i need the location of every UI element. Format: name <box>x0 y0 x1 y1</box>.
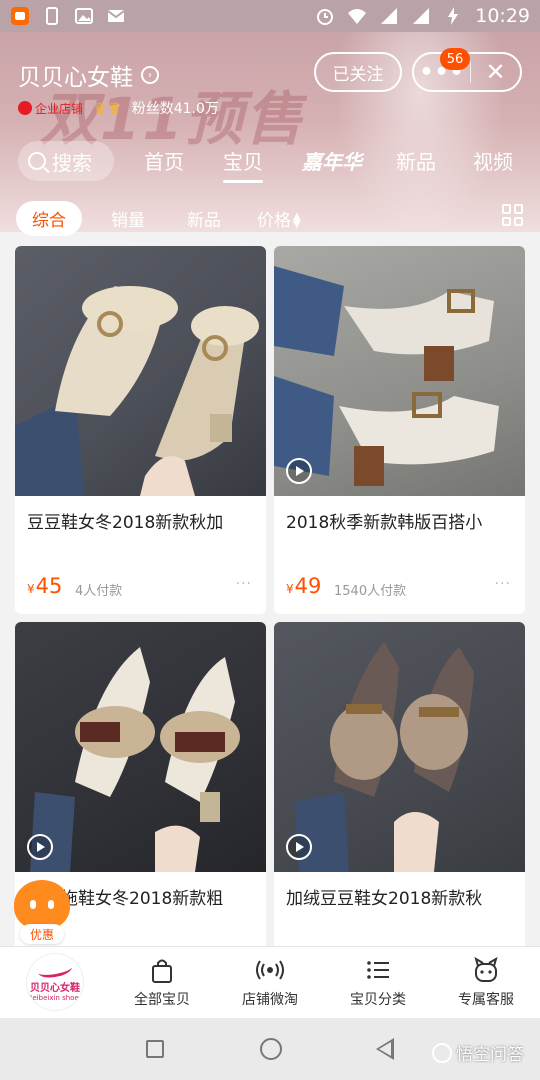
product-image <box>15 246 266 496</box>
product-grid: 豆豆鞋女冬2018新款秋加 ¥45 4人付款 ··· 2018秋季新款韩版百搭小… <box>15 246 525 946</box>
logo-subtext: Beibeixin shoes <box>27 993 83 1002</box>
notification-badge: 56 <box>440 48 470 70</box>
sold-count: 1540人付款 <box>334 584 407 599</box>
tab-video[interactable]: 视频 <box>473 146 513 175</box>
shop-meta: 企业店铺 ♛♛ 粉丝数41.0万 <box>18 98 219 118</box>
tab-home[interactable]: 首页 <box>144 146 184 175</box>
sort-price-label: 价格 <box>257 211 291 231</box>
chevron-right-icon: › <box>141 66 159 84</box>
shopping-bag-icon <box>147 955 177 985</box>
logo-text: 贝贝心女鞋 <box>30 982 80 994</box>
sort-new[interactable]: 新品 <box>187 206 221 231</box>
shop-nav: 搜索 首页 宝贝 嘉年华 新品 视频 <box>18 140 528 183</box>
sold-count: 4人付款 <box>75 584 123 599</box>
watermark-text: 悟空问答 <box>456 1045 524 1065</box>
broadcast-icon <box>255 955 285 985</box>
product-price: ¥45 <box>27 574 62 598</box>
back-icon[interactable] <box>376 1038 394 1060</box>
shop-logo[interactable]: 贝贝心女鞋 Beibeixin shoes <box>26 953 84 1011</box>
sort-sales[interactable]: 销量 <box>111 206 145 231</box>
product-title: 豆豆鞋女冬2018新款秋加 <box>27 513 224 533</box>
tab-shop-feed-label: 店铺微淘 <box>242 992 298 1008</box>
enterprise-icon <box>18 101 32 115</box>
tab-products[interactable]: 宝贝 <box>223 146 263 183</box>
tab-shop-feed[interactable]: 店铺微淘 <box>220 955 320 1009</box>
mail-icon <box>106 6 126 26</box>
enterprise-label: 企业店铺 <box>35 101 84 116</box>
service-bot-icon <box>471 955 501 985</box>
product-card[interactable]: 加绒豆豆鞋女2018新款秋 <box>274 622 525 946</box>
play-icon[interactable] <box>286 834 312 860</box>
sort-bar: 综合 销量 新品 价格 ▲ ▼ <box>0 190 540 240</box>
search-icon <box>28 152 46 170</box>
more-options-icon[interactable]: ··· <box>236 576 252 592</box>
shop-name-label: 贝贝心女鞋 <box>18 65 133 91</box>
close-icon[interactable]: ✕ <box>471 58 520 86</box>
fans-count: 粉丝数41.0万 <box>131 101 219 117</box>
sort-arrows-icon: ▲ ▼ <box>293 211 301 230</box>
shoe-illustration <box>15 286 259 496</box>
crown-rating-icon: ♛♛ <box>93 98 122 118</box>
shoe-illustration <box>294 642 474 872</box>
watermark: 悟空问答 <box>432 1040 524 1065</box>
phone-icon <box>42 6 62 26</box>
home-icon[interactable] <box>260 1038 282 1060</box>
mascot-icon <box>14 880 70 930</box>
play-icon[interactable] <box>286 458 312 484</box>
tab-all-products[interactable]: 全部宝贝 <box>112 955 212 1009</box>
bottom-tab-bar: 贝贝心女鞋 Beibeixin shoes 全部宝贝 店铺微淘 宝贝分类 专属客… <box>0 946 540 1018</box>
enterprise-badge: 企业店铺 <box>18 100 83 117</box>
signal-icon <box>411 6 431 26</box>
tab-customer-service[interactable]: 专属客服 <box>436 955 536 1009</box>
tab-carnival[interactable]: 嘉年华 <box>302 146 362 175</box>
clock-time: 10:29 <box>475 5 530 27</box>
search-button[interactable]: 搜索 <box>18 141 114 181</box>
tab-all-products-label: 全部宝贝 <box>134 992 190 1008</box>
coupon-float-button[interactable]: 优惠 <box>14 880 70 946</box>
logo-shoe-mark <box>37 959 73 980</box>
product-title: 加绒豆豆鞋女2018新款秋 <box>286 889 483 909</box>
android-nav-bar: 悟空问答 <box>0 1018 540 1080</box>
currency-symbol: ¥ <box>27 582 35 596</box>
tab-categories-label: 宝贝分类 <box>350 992 406 1008</box>
shoe-illustration <box>30 647 240 872</box>
follow-button[interactable]: 已关注 <box>314 52 402 92</box>
coupon-label: 优惠 <box>20 924 64 944</box>
more-options-icon[interactable]: ··· <box>495 576 511 592</box>
price-value: 45 <box>35 574 63 598</box>
tab-new[interactable]: 新品 <box>396 146 436 175</box>
search-label: 搜索 <box>52 150 92 175</box>
product-price: ¥49 <box>286 574 321 598</box>
product-image <box>274 246 525 496</box>
image-icon <box>74 6 94 26</box>
status-bar: 10:29 <box>0 0 540 32</box>
product-image <box>15 622 266 872</box>
battery-charging-icon <box>443 6 463 26</box>
price-value: 49 <box>294 574 322 598</box>
grid-view-icon[interactable] <box>502 204 524 226</box>
product-card[interactable]: 豆豆鞋女冬2018新款秋加 ¥45 4人付款 ··· <box>15 246 266 614</box>
shoe-illustration <box>274 266 499 486</box>
play-icon[interactable] <box>27 834 53 860</box>
product-image <box>274 622 525 872</box>
watermark-logo-icon <box>432 1042 452 1063</box>
currency-symbol: ¥ <box>286 582 294 596</box>
sort-price[interactable]: 价格 ▲ ▼ <box>257 206 301 231</box>
product-card[interactable]: 2018秋季新款韩版百搭小 ¥49 1540人付款 ··· <box>274 246 525 614</box>
shop-page: 10:29 双11预售 贝贝心女鞋 › 已关注 ••• ✕ 56 企业店铺 ♛♛… <box>0 0 540 1080</box>
list-icon <box>363 955 393 985</box>
product-title: 2018秋季新款韩版百搭小 <box>286 513 483 533</box>
tab-categories[interactable]: 宝贝分类 <box>328 955 428 1009</box>
signal-x-icon <box>379 6 399 26</box>
tab-customer-service-label: 专属客服 <box>458 992 514 1008</box>
shop-name[interactable]: 贝贝心女鞋 › <box>18 58 159 92</box>
recents-icon[interactable] <box>146 1040 164 1058</box>
wifi-icon <box>347 6 367 26</box>
sort-comprehensive[interactable]: 综合 <box>16 201 82 236</box>
alarm-icon <box>315 6 335 26</box>
app-notification-icon <box>10 6 30 26</box>
